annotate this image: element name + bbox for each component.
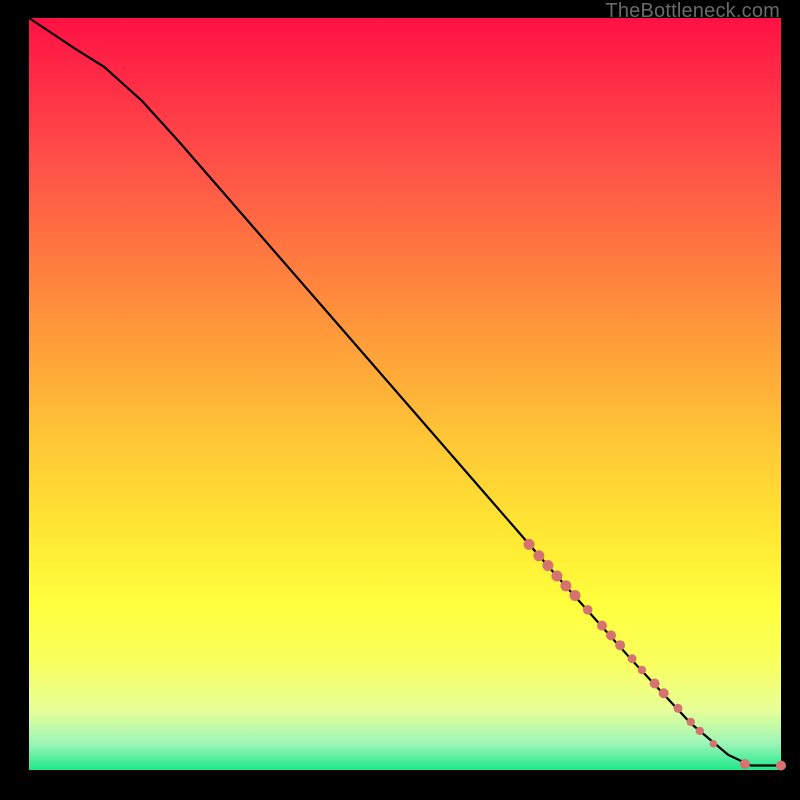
chart-marker — [696, 727, 704, 735]
chart-marker — [659, 688, 669, 698]
chart-marker — [615, 640, 625, 650]
chart-marker — [687, 718, 695, 726]
chart-marker — [650, 679, 660, 689]
chart-marker — [638, 666, 646, 674]
chart-marker — [524, 539, 535, 550]
chart-marker — [583, 605, 593, 615]
chart-marker — [533, 550, 544, 561]
chart-marker — [551, 571, 562, 582]
chart-marker — [776, 761, 786, 771]
chart-marker — [628, 654, 637, 663]
chart-markers — [524, 539, 786, 771]
chart-marker — [570, 590, 581, 601]
chart-marker — [674, 704, 683, 713]
chart-marker — [710, 740, 718, 748]
bottleneck-curve — [29, 18, 781, 766]
watermark-text: TheBottleneck.com — [605, 0, 780, 23]
chart-marker — [597, 621, 607, 631]
chart-marker — [560, 580, 571, 591]
chart-marker — [740, 759, 750, 769]
chart-marker — [542, 560, 553, 571]
chart-overlay — [29, 18, 781, 770]
chart-marker — [606, 630, 616, 640]
